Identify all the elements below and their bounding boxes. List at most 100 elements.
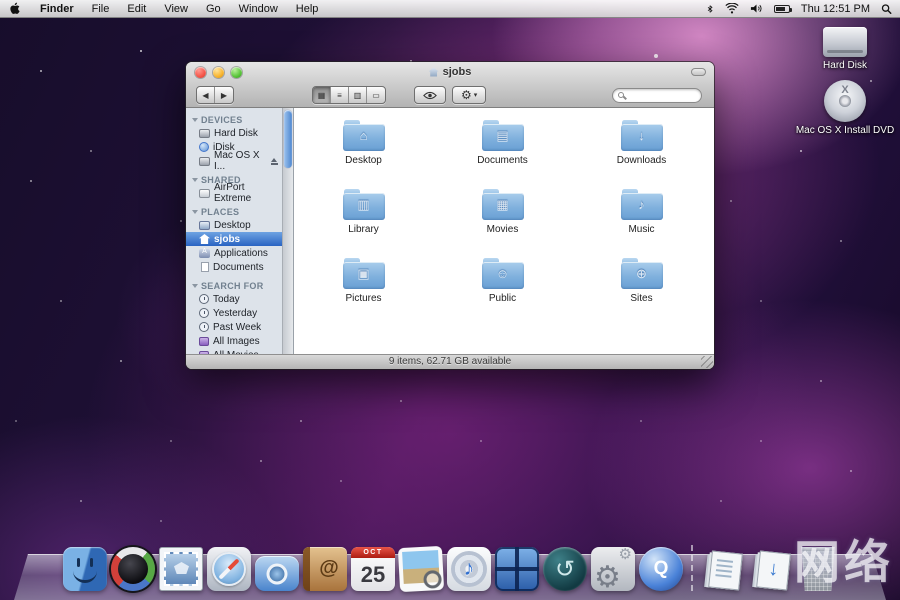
folder-icon: ↓ xyxy=(621,120,663,151)
folder-pictures[interactable]: ▣ Pictures xyxy=(294,258,433,327)
finder-window: sjobs ◀ ▶ ▦ ≡ ▥ ▭ ⚙ xyxy=(186,62,714,369)
folder-icon: ▣ xyxy=(343,258,385,289)
desktop-icon-hard-disk[interactable]: Hard Disk xyxy=(795,27,895,71)
dock-ical-icon[interactable]: OCT 25 xyxy=(351,547,395,591)
folder-sites[interactable]: ⊕ Sites xyxy=(572,258,711,327)
sidebar-item-sjobs[interactable]: sjobs xyxy=(186,232,283,246)
sidebar-item-desktop[interactable]: Desktop xyxy=(186,218,283,232)
home-icon xyxy=(429,68,439,77)
folder-desktop[interactable]: ⌂ Desktop xyxy=(294,120,433,189)
dock-mail-icon[interactable] xyxy=(159,547,203,591)
folder-downloads[interactable]: ↓ Downloads xyxy=(572,120,711,189)
search-input[interactable] xyxy=(627,90,696,101)
toolbar-toggle-button[interactable] xyxy=(691,68,706,76)
folder-icon: ♪ xyxy=(621,189,663,220)
folder-documents[interactable]: ▤ Documents xyxy=(433,120,572,189)
dock-itunes-icon[interactable] xyxy=(447,547,491,591)
dock-address-book-icon[interactable] xyxy=(303,547,347,591)
folder-library[interactable]: ▥ Library xyxy=(294,189,433,258)
window-header[interactable]: sjobs ◀ ▶ ▦ ≡ ▥ ▭ ⚙ xyxy=(186,62,714,108)
menu-go[interactable]: Go xyxy=(197,0,230,18)
sidebar-item-past-week[interactable]: Past Week xyxy=(186,320,283,334)
sidebar-item-applications[interactable]: Applications xyxy=(186,246,283,260)
dvd-icon xyxy=(824,80,866,122)
dock-downloads-stack-icon[interactable] xyxy=(751,549,795,591)
folder-icon: ▦ xyxy=(482,189,524,220)
menu-help[interactable]: Help xyxy=(287,0,328,18)
menu-finder[interactable]: Finder xyxy=(31,0,83,18)
clock-icon xyxy=(199,294,209,304)
disclosure-triangle-icon[interactable] xyxy=(192,284,198,288)
spotlight-icon[interactable] xyxy=(881,3,892,15)
sidebar-section-devices[interactable]: DEVICES xyxy=(186,113,283,126)
clock-icon xyxy=(199,308,209,318)
dock-quicktime-icon[interactable] xyxy=(639,547,683,591)
desktop: Finder File Edit View Go Window Help Thu… xyxy=(0,0,900,600)
action-button[interactable]: ⚙ ▾ xyxy=(452,86,486,104)
folder-icon: ⌂ xyxy=(343,120,385,151)
desktop-icon-install-dvd[interactable]: Mac OS X Install DVD xyxy=(795,80,895,136)
menu-view[interactable]: View xyxy=(155,0,197,18)
install-dvd-label: Mac OS X Install DVD xyxy=(795,125,895,136)
back-button[interactable]: ◀ xyxy=(197,87,215,103)
chevron-down-icon: ▾ xyxy=(474,91,478,99)
dock-documents-stack-icon[interactable] xyxy=(703,549,747,591)
menu-clock[interactable]: Thu 12:51 PM xyxy=(801,3,870,15)
sidebar-item-all-images[interactable]: All Images xyxy=(186,334,283,348)
disc-icon xyxy=(199,157,210,166)
dock-safari-icon[interactable] xyxy=(207,547,251,591)
volume-icon[interactable] xyxy=(750,3,763,14)
menu-edit[interactable]: Edit xyxy=(118,0,155,18)
folder-music[interactable]: ♪ Music xyxy=(572,189,711,258)
window-title: sjobs xyxy=(186,62,714,82)
sidebar-item-documents[interactable]: Documents xyxy=(186,260,283,274)
document-icon xyxy=(201,262,209,272)
battery-icon[interactable] xyxy=(774,5,790,13)
folder-public[interactable]: ☺ Public xyxy=(433,258,572,327)
hard-disk-icon xyxy=(199,129,210,138)
sidebar-item-airport-extreme[interactable]: AirPort Extreme xyxy=(186,186,283,200)
sidebar-item-hard-disk[interactable]: Hard Disk xyxy=(186,126,283,140)
disclosure-triangle-icon[interactable] xyxy=(192,178,198,182)
disclosure-triangle-icon[interactable] xyxy=(192,118,198,122)
dock-finder-icon[interactable] xyxy=(63,547,107,591)
eye-icon xyxy=(423,91,437,100)
airport-icon xyxy=(199,189,210,198)
icon-view-button[interactable]: ▦ xyxy=(313,87,331,103)
resize-grip[interactable] xyxy=(701,356,713,368)
ical-month: OCT xyxy=(351,547,395,558)
apple-menu[interactable] xyxy=(10,2,21,15)
sidebar-scrollbar[interactable] xyxy=(282,108,293,354)
menu-window[interactable]: Window xyxy=(230,0,287,18)
hard-disk-icon xyxy=(823,27,867,57)
folder-movies[interactable]: ▦ Movies xyxy=(433,189,572,258)
search-field[interactable] xyxy=(612,88,702,103)
wifi-icon[interactable] xyxy=(725,3,739,14)
quick-look-button[interactable] xyxy=(414,86,446,104)
dock-system-preferences-icon[interactable] xyxy=(591,547,635,591)
column-view-button[interactable]: ▥ xyxy=(349,87,367,103)
dock-spaces-icon[interactable] xyxy=(495,547,539,591)
folder-grid: ⌂ Desktop ▤ Documents ↓ Downloads ▥ Libr… xyxy=(294,108,714,354)
folder-icon: ▤ xyxy=(482,120,524,151)
sidebar-section-search-for[interactable]: SEARCH FOR xyxy=(186,279,283,292)
scrollbar-thumb[interactable] xyxy=(284,110,292,168)
dock-dashboard-icon[interactable] xyxy=(111,547,155,591)
window-body: DEVICES Hard Disk iDisk Mac OS X I... xyxy=(186,108,714,354)
toolbar: ◀ ▶ ▦ ≡ ▥ ▭ ⚙ ▾ xyxy=(186,82,714,108)
disclosure-triangle-icon[interactable] xyxy=(192,210,198,214)
sidebar-section-places[interactable]: PLACES xyxy=(186,205,283,218)
eject-icon[interactable] xyxy=(270,158,279,165)
sidebar-item-today[interactable]: Today xyxy=(186,292,283,306)
forward-button[interactable]: ▶ xyxy=(215,87,233,103)
dock-time-machine-icon[interactable] xyxy=(543,547,587,591)
list-view-button[interactable]: ≡ xyxy=(331,87,349,103)
sidebar-item-macosx-install[interactable]: Mac OS X I... xyxy=(186,154,283,168)
dock-ichat-icon[interactable] xyxy=(255,556,299,591)
bluetooth-icon[interactable] xyxy=(706,3,714,15)
coverflow-view-button[interactable]: ▭ xyxy=(367,87,385,103)
idisk-icon xyxy=(199,142,209,152)
sidebar-item-yesterday[interactable]: Yesterday xyxy=(186,306,283,320)
dock-preview-icon[interactable] xyxy=(398,546,444,592)
menu-file[interactable]: File xyxy=(83,0,119,18)
